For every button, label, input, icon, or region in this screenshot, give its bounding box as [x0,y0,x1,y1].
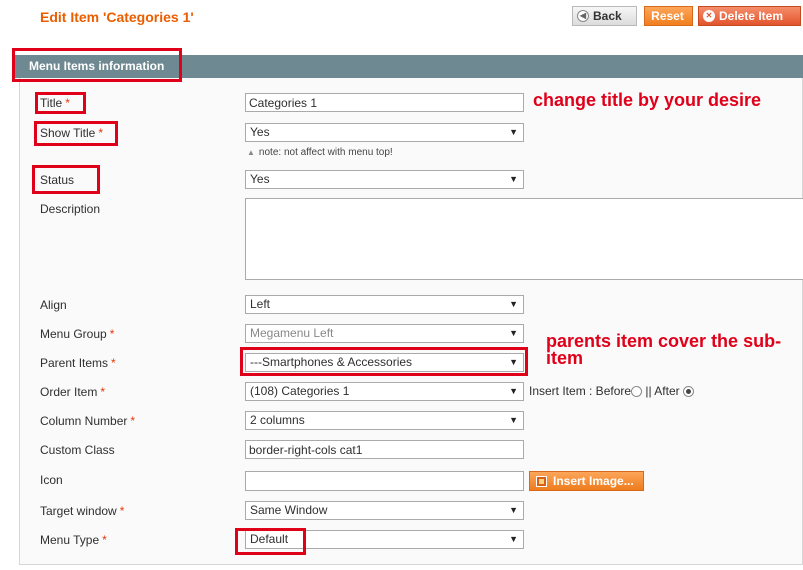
image-icon [536,475,547,487]
icon-input[interactable] [245,471,524,491]
chevron-down-icon: ▼ [509,174,518,184]
description-textarea[interactable] [245,198,803,280]
column-number-label: Column Number * [40,414,136,428]
show-title-select[interactable]: Yes ▼ [245,123,524,142]
icon-label: Icon [40,473,63,487]
after-radio[interactable] [682,386,694,397]
show-title-note: ▲ note: not affect with menu top! [247,147,393,158]
menu-type-select[interactable]: Default ▼ [245,530,524,549]
insert-image-button[interactable]: Insert Image... [529,471,644,491]
insert-position-group: Insert Item : Before || After [529,384,694,398]
align-select[interactable]: Left ▼ [245,295,524,314]
triangle-up-icon: ▲ [247,148,255,157]
section-header: Menu Items information [13,55,803,78]
page-title: Edit Item 'Categories 1' [40,9,194,25]
align-label: Align [40,298,67,312]
before-radio[interactable] [631,386,643,397]
back-button-label: Back [593,9,622,23]
title-label: Title * [40,96,70,110]
parent-items-label: Parent Items * [40,356,116,370]
menu-group-select: Megamenu Left ▼ [245,324,524,343]
order-item-label: Order Item * [40,385,106,399]
description-label: Description [40,202,101,216]
title-input[interactable] [245,93,524,112]
chevron-down-icon: ▼ [509,328,518,338]
delete-button-label: Delete Item [719,9,784,23]
custom-class-input[interactable] [245,440,524,459]
show-title-label: Show Title * [40,126,104,140]
delete-icon: ✕ [703,10,715,22]
chevron-down-icon: ▼ [509,386,518,396]
chevron-down-icon: ▼ [509,534,518,544]
chevron-down-icon: ▼ [509,299,518,309]
chevron-down-icon: ▼ [509,505,518,515]
parent-items-select[interactable]: ---Smartphones & Accessories ▼ [245,353,524,372]
back-arrow-icon: ◀ [577,10,589,22]
chevron-down-icon: ▼ [509,357,518,367]
after-label: || After [645,384,680,398]
menu-items-fieldset [19,78,803,565]
chevron-down-icon: ▼ [509,127,518,137]
chevron-down-icon: ▼ [509,415,518,425]
back-button[interactable]: ◀ Back [572,6,637,26]
column-number-select[interactable]: 2 columns ▼ [245,411,524,430]
menu-type-label: Menu Type * [40,533,107,547]
parent-annotation: parents item cover the sub-item [546,331,782,368]
target-window-label: Target window * [40,504,125,518]
status-select[interactable]: Yes ▼ [245,170,524,189]
menu-group-label: Menu Group * [40,327,115,341]
delete-item-button[interactable]: ✕ Delete Item [698,6,801,26]
target-window-select[interactable]: Same Window ▼ [245,501,524,520]
status-label: Status [40,173,75,187]
custom-class-label: Custom Class [40,443,115,457]
insert-image-label: Insert Image... [553,474,634,488]
insert-before-label: Insert Item : Before [529,384,632,398]
order-item-select[interactable]: (108) Categories 1 ▼ [245,382,524,401]
reset-button[interactable]: Reset [644,6,693,26]
title-annotation: change title by your desire [533,90,762,110]
